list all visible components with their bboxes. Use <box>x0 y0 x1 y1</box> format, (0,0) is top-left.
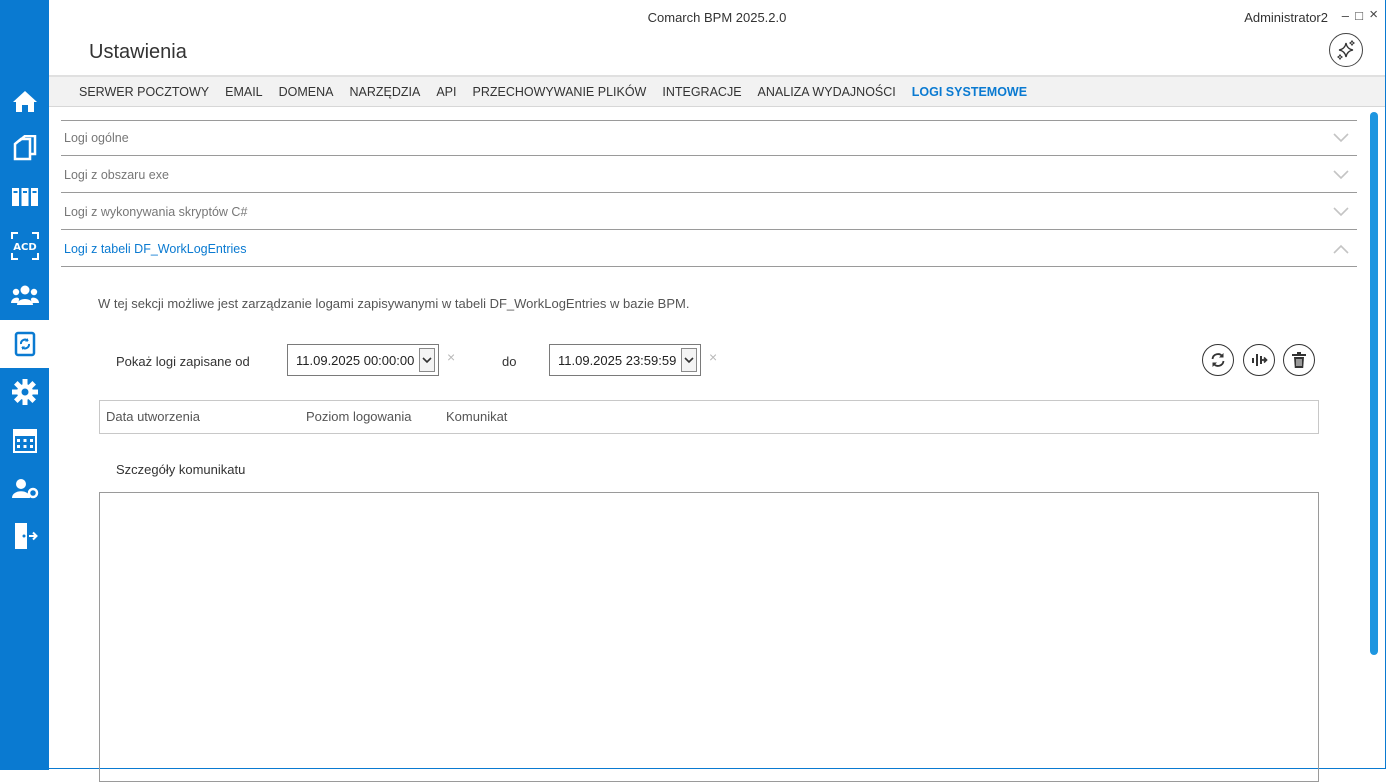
clear-from-button[interactable]: × <box>447 349 455 365</box>
date-to-dropdown[interactable] <box>681 348 697 372</box>
calculator-icon <box>12 429 37 453</box>
gear-icon <box>11 379 38 405</box>
date-from-value: 11.09.2025 00:00:00 <box>296 353 415 368</box>
minimize-button[interactable]: ‒ <box>1342 8 1349 23</box>
scrollbar-thumb[interactable] <box>1370 112 1378 655</box>
binders-icon <box>11 188 38 206</box>
sidebar-item-users[interactable] <box>0 273 49 317</box>
accordion-logi-ogolne[interactable]: Logi ogólne <box>61 120 1357 156</box>
to-label: do <box>502 354 517 369</box>
close-button[interactable]: × <box>1369 6 1378 23</box>
sidebar-item-binders[interactable] <box>0 175 49 219</box>
sparkle-icon <box>1337 40 1355 60</box>
tab-logi-systemowe[interactable]: LOGI SYSTEMOWE <box>912 77 1027 107</box>
log-grid-header: Data utworzenia Poziom logowania Komunik… <box>99 400 1319 434</box>
date-from-dropdown[interactable] <box>419 348 435 372</box>
section-description: W tej sekcji możliwe jest zarządzanie lo… <box>98 296 690 311</box>
sidebar-item-calculator[interactable] <box>0 419 49 463</box>
column-header-message[interactable]: Komunikat <box>446 409 507 424</box>
column-header-level[interactable]: Poziom logowania <box>306 409 412 424</box>
chevron-up-icon <box>1333 244 1349 254</box>
users-icon <box>10 285 39 305</box>
sidebar-item-home[interactable] <box>0 79 49 123</box>
documents-icon <box>13 135 36 161</box>
accordion-label: Logi z tabeli DF_WorkLogEntries <box>64 241 247 256</box>
app-title: Comarch BPM 2025.2.0 <box>647 10 787 25</box>
ai-assistant-button[interactable] <box>1329 33 1363 67</box>
delete-button[interactable] <box>1283 344 1315 376</box>
settings-document-icon <box>14 331 35 357</box>
accordion-label: Logi z obszaru exe <box>64 167 169 182</box>
maximize-button[interactable]: □ <box>1355 8 1363 23</box>
details-label: Szczegóły komunikatu <box>116 462 246 477</box>
sidebar-item-gear[interactable] <box>0 370 49 414</box>
user-name[interactable]: Administrator2 <box>1244 10 1328 25</box>
chevron-down-icon <box>1333 206 1349 216</box>
acd-icon: ACD <box>10 232 39 260</box>
accordion-logi-worklog[interactable]: Logi z tabeli DF_WorkLogEntries <box>61 231 1357 267</box>
settings-tabbar: SERWER POCZTOWY EMAIL DOMENA NARZĘDZIA API PR… <box>49 75 1385 107</box>
user-settings-icon <box>11 479 38 499</box>
sidebar-item-settings-docs[interactable] <box>0 320 49 368</box>
tab-serwer-pocztowy[interactable]: SERWER POCZTOWY <box>79 77 209 107</box>
date-to-value: 11.09.2025 23:59:59 <box>558 353 677 368</box>
export-icon <box>1252 354 1268 366</box>
accordion-logi-skryptow[interactable]: Logi z wykonywania skryptów C# <box>61 194 1357 230</box>
logout-icon <box>14 523 38 549</box>
title-bar: Comarch BPM 2025.2.0 Administrator2 ‒ □ … <box>49 0 1385 75</box>
tab-email[interactable]: EMAIL <box>225 77 263 107</box>
export-button[interactable] <box>1243 344 1275 376</box>
sidebar-item-user-settings[interactable] <box>0 466 49 510</box>
sidebar-item-logout[interactable] <box>0 514 49 558</box>
date-to-picker[interactable]: 11.09.2025 23:59:59 <box>549 344 701 376</box>
refresh-icon <box>1211 353 1225 367</box>
tab-api[interactable]: API <box>436 77 456 107</box>
date-from-picker[interactable]: 11.09.2025 00:00:00 <box>287 344 439 376</box>
chevron-down-icon <box>1333 169 1349 179</box>
tab-integracje[interactable]: INTEGRACJE <box>662 77 741 107</box>
accordion-label: Logi z wykonywania skryptów C# <box>64 204 248 219</box>
refresh-button[interactable] <box>1202 344 1234 376</box>
acd-icon-text: ACD <box>13 242 36 253</box>
tab-przechowywanie-plików[interactable]: PRZECHOWYWANIE PLIKÓW <box>473 77 647 107</box>
chevron-down-icon <box>1333 133 1349 143</box>
trash-icon <box>1292 352 1306 368</box>
main-window: Comarch BPM 2025.2.0 Administrator2 ‒ □ … <box>49 0 1386 782</box>
chevron-down-icon <box>684 356 694 363</box>
accordion-logi-exe[interactable]: Logi z obszaru exe <box>61 157 1357 193</box>
home-icon <box>12 91 37 112</box>
from-label: Pokaż logi zapisane od <box>116 354 250 369</box>
tab-narzędzia[interactable]: NARZĘDZIA <box>350 77 421 107</box>
tab-domena[interactable]: DOMENA <box>279 77 334 107</box>
chevron-down-icon <box>422 356 432 363</box>
column-header-date[interactable]: Data utworzenia <box>106 409 200 424</box>
sidebar-item-documents[interactable] <box>0 126 49 170</box>
clear-to-button[interactable]: × <box>709 349 717 365</box>
sidebar-item-acd[interactable]: ACD <box>0 224 49 268</box>
sidebar: ACD <box>0 0 49 770</box>
accordion-label: Logi ogólne <box>64 131 129 145</box>
tab-analiza-wydajności[interactable]: ANALIZA WYDAJNOŚCI <box>758 77 896 107</box>
page-title: Ustawienia <box>89 41 187 63</box>
message-details-box[interactable] <box>99 492 1319 782</box>
